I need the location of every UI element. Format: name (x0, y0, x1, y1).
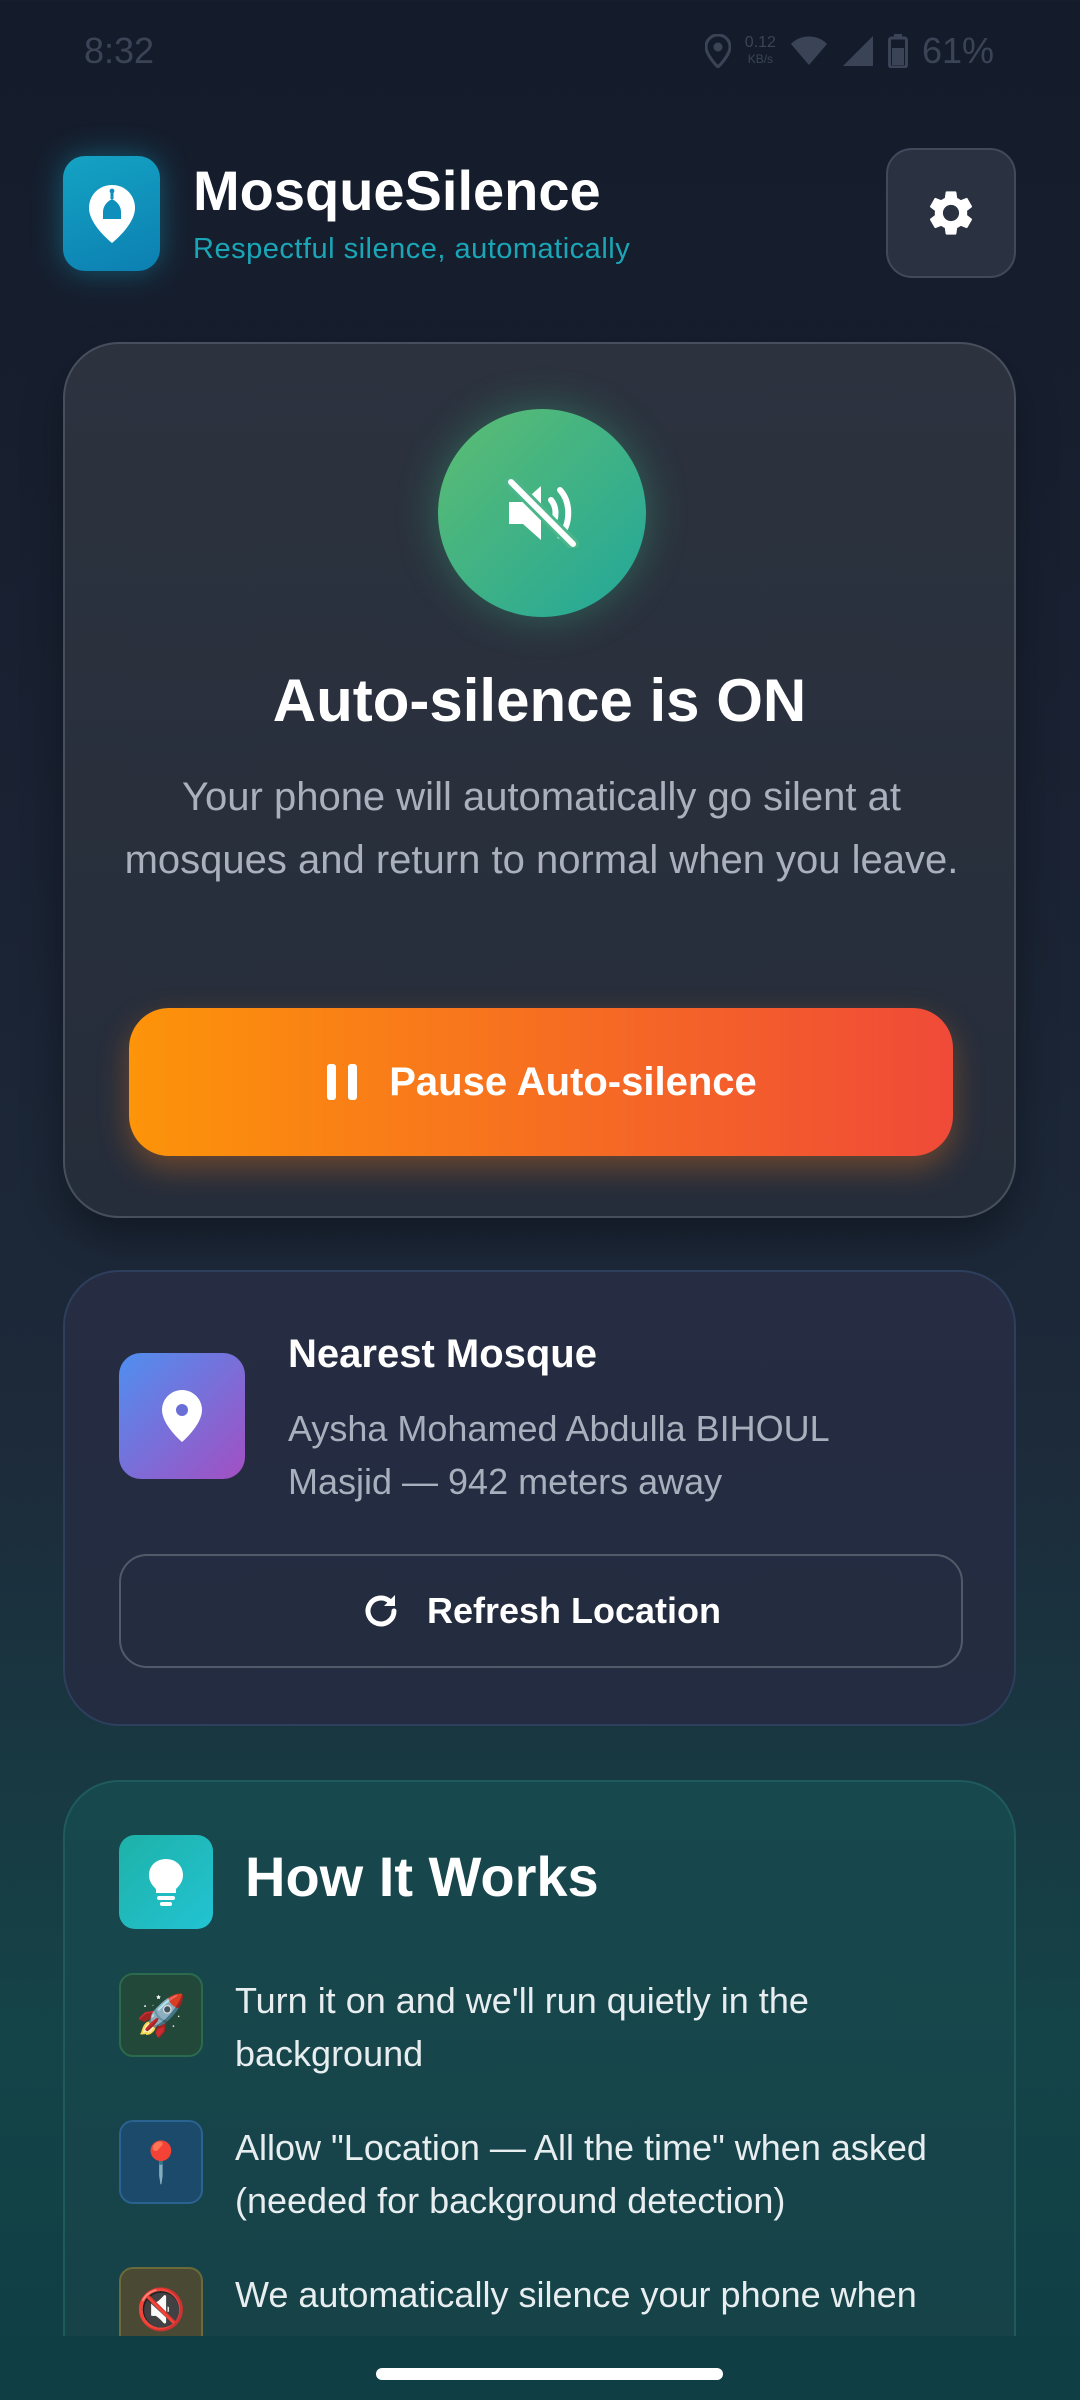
net-speed-value: 0.12 (744, 34, 776, 51)
rocket-icon: 🚀 (119, 1973, 203, 2057)
signal-icon (842, 35, 874, 67)
battery-icon (887, 34, 908, 68)
wifi-icon (790, 36, 828, 66)
app-logo (63, 156, 160, 271)
step-2-text: Allow "Location — All the time" when ask… (235, 2127, 927, 2221)
location-pin-icon (162, 1390, 202, 1442)
speaker-muted-icon (505, 478, 579, 548)
auto-silence-status-title: Auto-silence is ON (272, 667, 807, 734)
net-speed-unit: KB/s (747, 52, 774, 66)
nearest-mosque-card: Nearest Mosque Aysha Mohamed Abdulla BIH… (63, 1270, 1016, 1726)
refresh-location-label: Refresh Location (426, 1590, 722, 1631)
pause-icon (327, 1064, 358, 1100)
pushpin-icon: 📍 (119, 2120, 203, 2204)
location-pin-tile (119, 1353, 245, 1479)
nearest-mosque-detail: Aysha Mohamed Abdulla BIHOUL Masjid — 94… (288, 1408, 829, 1502)
step-3-text: We automatically silence your phone when (235, 2274, 917, 2315)
refresh-icon (365, 1595, 397, 1627)
auto-silence-description: Your phone will automatically go silent … (124, 775, 959, 882)
pause-button-label: Pause Auto-silence (389, 1059, 757, 1104)
step-1-text: Turn it on and we'll run quietly in the … (235, 1980, 809, 2074)
status-time: 8:32 (84, 30, 155, 71)
location-status-icon (704, 34, 731, 68)
lightbulb-icon (149, 1859, 183, 1906)
home-indicator[interactable] (376, 2368, 723, 2380)
how-it-works-title: How It Works (245, 1845, 599, 1908)
mute-status-badge (438, 409, 646, 617)
app-subtitle: Respectful silence, automatically (193, 233, 631, 265)
auto-silence-card: Auto-silence is ON Your phone will autom… (63, 342, 1016, 1218)
app-title: MosqueSilence (193, 159, 601, 222)
status-bar: 8:32 0.12 KB/s 61% (0, 0, 1080, 106)
battery-percent: 61% (921, 30, 994, 71)
refresh-location-button[interactable]: Refresh Location (119, 1554, 963, 1668)
status-indicators: 0.12 KB/s 61% (704, 30, 994, 72)
gear-icon (929, 191, 973, 235)
nearest-mosque-heading: Nearest Mosque (288, 1332, 597, 1376)
mosque-pin-icon (89, 185, 135, 243)
how-it-works-card: How It Works 🚀 Turn it on and we'll run … (63, 1780, 1016, 2400)
network-speed: 0.12 KB/s (745, 35, 776, 67)
lightbulb-tile (119, 1835, 213, 1929)
pause-auto-silence-button[interactable]: Pause Auto-silence (129, 1008, 953, 1156)
settings-button[interactable] (886, 148, 1016, 278)
